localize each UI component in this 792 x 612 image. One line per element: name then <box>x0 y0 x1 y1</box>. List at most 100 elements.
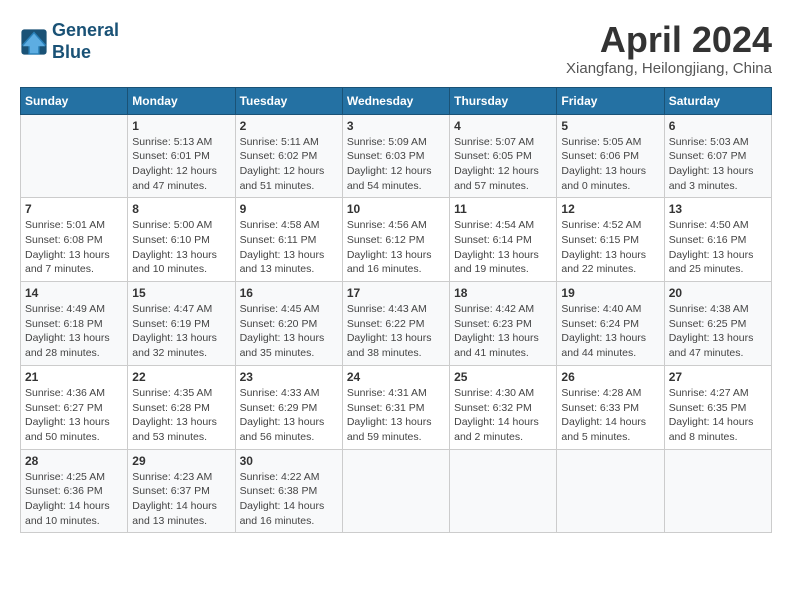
calendar-cell: 15Sunrise: 4:47 AM Sunset: 6:19 PM Dayli… <box>128 282 235 366</box>
day-number: 28 <box>25 454 123 468</box>
day-number: 6 <box>669 119 767 133</box>
weekday-header-tuesday: Tuesday <box>235 87 342 114</box>
day-detail: Sunrise: 5:11 AM Sunset: 6:02 PM Dayligh… <box>240 135 338 194</box>
day-detail: Sunrise: 4:36 AM Sunset: 6:27 PM Dayligh… <box>25 386 123 445</box>
calendar-cell: 11Sunrise: 4:54 AM Sunset: 6:14 PM Dayli… <box>450 198 557 282</box>
weekday-header-row: SundayMondayTuesdayWednesdayThursdayFrid… <box>21 87 772 114</box>
calendar-cell: 3Sunrise: 5:09 AM Sunset: 6:03 PM Daylig… <box>342 114 449 198</box>
day-number: 27 <box>669 370 767 384</box>
day-number: 15 <box>132 286 230 300</box>
calendar-week-4: 21 Sunrise: 4:36 AM Sunset: 6:27 PM Dayli… <box>21 365 772 449</box>
day-number: 1 <box>132 119 230 133</box>
day-detail: Sunrise: 5:01 AM Sunset: 6:08 PM Dayligh… <box>25 218 123 277</box>
weekday-header-wednesday: Wednesday <box>342 87 449 114</box>
day-detail: Sunrise: 4:40 AM Sunset: 6:24 PM Dayligh… <box>561 302 659 361</box>
day-detail: Sunrise: 4:22 AM Sunset: 6:38 PM Dayligh… <box>240 470 338 529</box>
day-number: 26 <box>561 370 659 384</box>
calendar-cell: 9Sunrise: 4:58 AM Sunset: 6:11 PM Daylig… <box>235 198 342 282</box>
calendar-cell: 30Sunrise: 4:22 AM Sunset: 6:38 PM Dayli… <box>235 449 342 533</box>
calendar-cell: 4 Sunrise: 5:07 AM Sunset: 6:05 PM Daylig… <box>450 114 557 198</box>
calendar-cell: 29Sunrise: 4:23 AM Sunset: 6:37 PM Dayli… <box>128 449 235 533</box>
day-detail: Sunrise: 4:35 AM Sunset: 6:28 PM Dayligh… <box>132 386 230 445</box>
day-detail: Sunrise: 4:38 AM Sunset: 6:25 PM Dayligh… <box>669 302 767 361</box>
day-number: 17 <box>347 286 445 300</box>
day-detail: Sunrise: 4:23 AM Sunset: 6:37 PM Dayligh… <box>132 470 230 529</box>
calendar-cell <box>557 449 664 533</box>
day-detail: Sunrise: 5:05 AM Sunset: 6:06 PM Dayligh… <box>561 135 659 194</box>
day-detail: Sunrise: 4:30 AM Sunset: 6:32 PM Dayligh… <box>454 386 552 445</box>
day-number: 23 <box>240 370 338 384</box>
day-detail: Sunrise: 4:52 AM Sunset: 6:15 PM Dayligh… <box>561 218 659 277</box>
calendar-header: SundayMondayTuesdayWednesdayThursdayFrid… <box>21 87 772 114</box>
calendar-cell <box>342 449 449 533</box>
calendar-cell: 1 Sunrise: 5:13 AM Sunset: 6:01 PM Daylig… <box>128 114 235 198</box>
calendar-cell: 24 Sunrise: 4:31 AM Sunset: 6:31 PM Dayli… <box>342 365 449 449</box>
calendar-cell: 12Sunrise: 4:52 AM Sunset: 6:15 PM Dayli… <box>557 198 664 282</box>
day-number: 25 <box>454 370 552 384</box>
day-number: 3 <box>347 119 445 133</box>
logo-icon <box>20 28 48 56</box>
weekday-header-sunday: Sunday <box>21 87 128 114</box>
day-detail: Sunrise: 5:07 AM Sunset: 6:05 PM Dayligh… <box>454 135 552 194</box>
day-detail: Sunrise: 4:49 AM Sunset: 6:18 PM Dayligh… <box>25 302 123 361</box>
calendar-table: SundayMondayTuesdayWednesdayThursdayFrid… <box>20 87 772 534</box>
day-number: 11 <box>454 202 552 216</box>
day-number: 19 <box>561 286 659 300</box>
calendar-cell: 6 Sunrise: 5:03 AM Sunset: 6:07 PM Daylig… <box>664 114 771 198</box>
page-header: General Blue April 2024 Xiangfang, Heilo… <box>20 20 772 77</box>
day-detail: Sunrise: 5:03 AM Sunset: 6:07 PM Dayligh… <box>669 135 767 194</box>
calendar-cell: 25 Sunrise: 4:30 AM Sunset: 6:32 PM Dayli… <box>450 365 557 449</box>
calendar-cell: 7 Sunrise: 5:01 AM Sunset: 6:08 PM Daylig… <box>21 198 128 282</box>
day-number: 21 <box>25 370 123 384</box>
calendar-cell: 26Sunrise: 4:28 AM Sunset: 6:33 PM Dayli… <box>557 365 664 449</box>
calendar-cell: 2Sunrise: 5:11 AM Sunset: 6:02 PM Daylig… <box>235 114 342 198</box>
day-number: 20 <box>669 286 767 300</box>
day-number: 16 <box>240 286 338 300</box>
calendar-week-5: 28Sunrise: 4:25 AM Sunset: 6:36 PM Dayli… <box>21 449 772 533</box>
calendar-cell: 14Sunrise: 4:49 AM Sunset: 6:18 PM Dayli… <box>21 282 128 366</box>
calendar-week-2: 7 Sunrise: 5:01 AM Sunset: 6:08 PM Daylig… <box>21 198 772 282</box>
day-detail: Sunrise: 4:58 AM Sunset: 6:11 PM Dayligh… <box>240 218 338 277</box>
calendar-body: 1 Sunrise: 5:13 AM Sunset: 6:01 PM Daylig… <box>21 114 772 533</box>
day-number: 7 <box>25 202 123 216</box>
day-detail: Sunrise: 4:56 AM Sunset: 6:12 PM Dayligh… <box>347 218 445 277</box>
day-number: 4 <box>454 119 552 133</box>
location-subtitle: Xiangfang, Heilongjiang, China <box>566 60 772 77</box>
calendar-cell: 20 Sunrise: 4:38 AM Sunset: 6:25 PM Dayli… <box>664 282 771 366</box>
calendar-cell: 23 Sunrise: 4:33 AM Sunset: 6:29 PM Dayli… <box>235 365 342 449</box>
calendar-week-3: 14Sunrise: 4:49 AM Sunset: 6:18 PM Dayli… <box>21 282 772 366</box>
calendar-cell: 8Sunrise: 5:00 AM Sunset: 6:10 PM Daylig… <box>128 198 235 282</box>
calendar-cell: 22 Sunrise: 4:35 AM Sunset: 6:28 PM Dayli… <box>128 365 235 449</box>
calendar-cell: 27 Sunrise: 4:27 AM Sunset: 6:35 PM Dayli… <box>664 365 771 449</box>
day-detail: Sunrise: 4:42 AM Sunset: 6:23 PM Dayligh… <box>454 302 552 361</box>
title-block: April 2024 Xiangfang, Heilongjiang, Chin… <box>566 20 772 77</box>
day-detail: Sunrise: 4:31 AM Sunset: 6:31 PM Dayligh… <box>347 386 445 445</box>
calendar-cell: 17Sunrise: 4:43 AM Sunset: 6:22 PM Dayli… <box>342 282 449 366</box>
day-number: 10 <box>347 202 445 216</box>
day-detail: Sunrise: 4:33 AM Sunset: 6:29 PM Dayligh… <box>240 386 338 445</box>
calendar-cell: 21 Sunrise: 4:36 AM Sunset: 6:27 PM Dayli… <box>21 365 128 449</box>
calendar-cell <box>21 114 128 198</box>
calendar-cell: 19 Sunrise: 4:40 AM Sunset: 6:24 PM Dayli… <box>557 282 664 366</box>
logo-text: General Blue <box>52 20 119 63</box>
day-detail: Sunrise: 4:27 AM Sunset: 6:35 PM Dayligh… <box>669 386 767 445</box>
calendar-cell: 13Sunrise: 4:50 AM Sunset: 6:16 PM Dayli… <box>664 198 771 282</box>
day-number: 24 <box>347 370 445 384</box>
calendar-cell: 28Sunrise: 4:25 AM Sunset: 6:36 PM Dayli… <box>21 449 128 533</box>
weekday-header-thursday: Thursday <box>450 87 557 114</box>
calendar-cell: 16 Sunrise: 4:45 AM Sunset: 6:20 PM Dayli… <box>235 282 342 366</box>
logo-line1: General <box>52 20 119 40</box>
day-number: 5 <box>561 119 659 133</box>
day-number: 22 <box>132 370 230 384</box>
logo-line2: Blue <box>52 42 91 62</box>
logo: General Blue <box>20 20 119 63</box>
weekday-header-saturday: Saturday <box>664 87 771 114</box>
day-detail: Sunrise: 4:50 AM Sunset: 6:16 PM Dayligh… <box>669 218 767 277</box>
day-detail: Sunrise: 4:45 AM Sunset: 6:20 PM Dayligh… <box>240 302 338 361</box>
calendar-cell: 18Sunrise: 4:42 AM Sunset: 6:23 PM Dayli… <box>450 282 557 366</box>
day-detail: Sunrise: 5:13 AM Sunset: 6:01 PM Dayligh… <box>132 135 230 194</box>
calendar-cell: 10 Sunrise: 4:56 AM Sunset: 6:12 PM Dayli… <box>342 198 449 282</box>
calendar-cell <box>450 449 557 533</box>
day-detail: Sunrise: 5:00 AM Sunset: 6:10 PM Dayligh… <box>132 218 230 277</box>
calendar-cell <box>664 449 771 533</box>
